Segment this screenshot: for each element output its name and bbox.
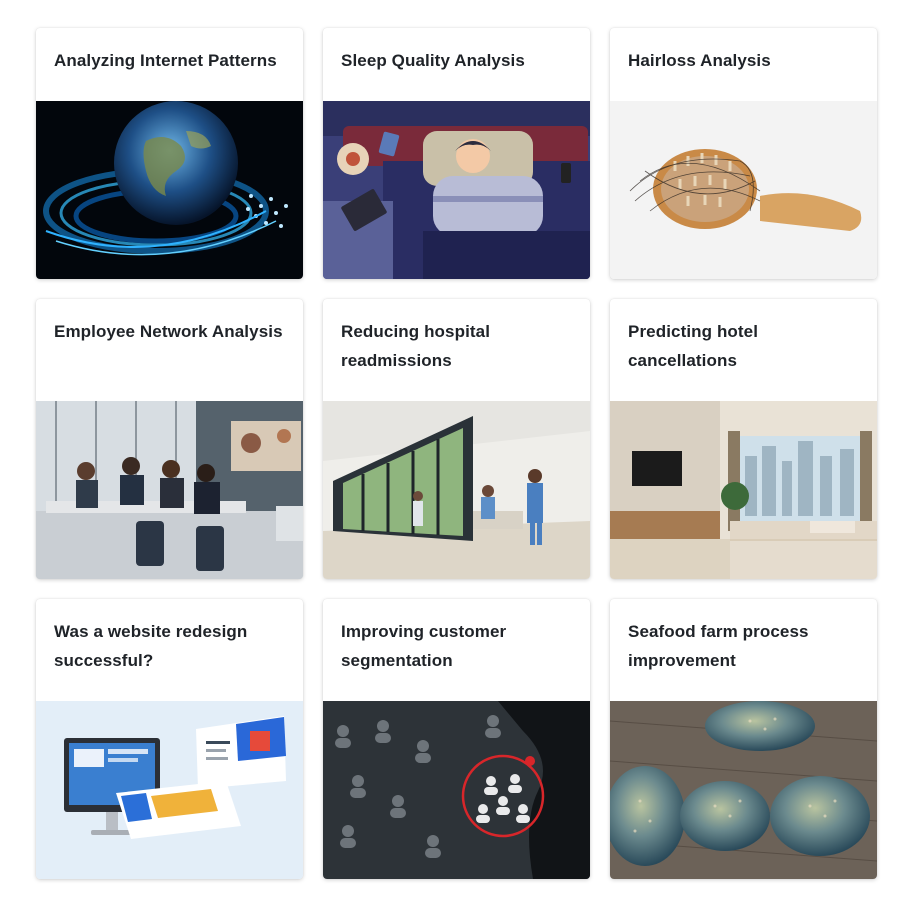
website-devices-image	[36, 701, 303, 879]
card-predicting-hotel-cancellations[interactable]: Predicting hotel cancellations	[610, 299, 877, 579]
card-hairloss-analysis[interactable]: Hairloss Analysis	[610, 28, 877, 279]
hospital-corridor-image	[323, 401, 590, 579]
card-reducing-hospital-readmissions[interactable]: Reducing hospital readmissions	[323, 299, 590, 579]
card-title: Employee Network Analysis	[54, 322, 283, 341]
hairbrush-image	[610, 101, 877, 279]
card-title: Was a website redesign successful?	[54, 622, 248, 670]
globe-fiber-optic-image	[36, 101, 303, 279]
card-seafood-farm-process[interactable]: Seafood farm process improvement	[610, 599, 877, 879]
card-title: Seafood farm process improvement	[628, 622, 809, 670]
card-employee-network-analysis[interactable]: Employee Network Analysis	[36, 299, 303, 579]
card-title: Hairloss Analysis	[628, 51, 771, 70]
card-title: Analyzing Internet Patterns	[54, 51, 277, 70]
card-sleep-quality-analysis[interactable]: Sleep Quality Analysis	[323, 28, 590, 279]
card-analyzing-internet-patterns[interactable]: Analyzing Internet Patterns	[36, 28, 303, 279]
sleepless-person-image	[323, 101, 590, 279]
office-meeting-image	[36, 401, 303, 579]
card-title: Predicting hotel cancellations	[628, 322, 759, 370]
card-title: Reducing hospital readmissions	[341, 322, 491, 370]
abalone-shells-image	[610, 701, 877, 879]
customer-network-image	[323, 701, 590, 879]
card-title: Improving customer segmentation	[341, 622, 507, 670]
hotel-room-image	[610, 401, 877, 579]
card-customer-segmentation[interactable]: Improving customer segmentation	[323, 599, 590, 879]
card-title: Sleep Quality Analysis	[341, 51, 525, 70]
card-website-redesign[interactable]: Was a website redesign successful?	[36, 599, 303, 879]
